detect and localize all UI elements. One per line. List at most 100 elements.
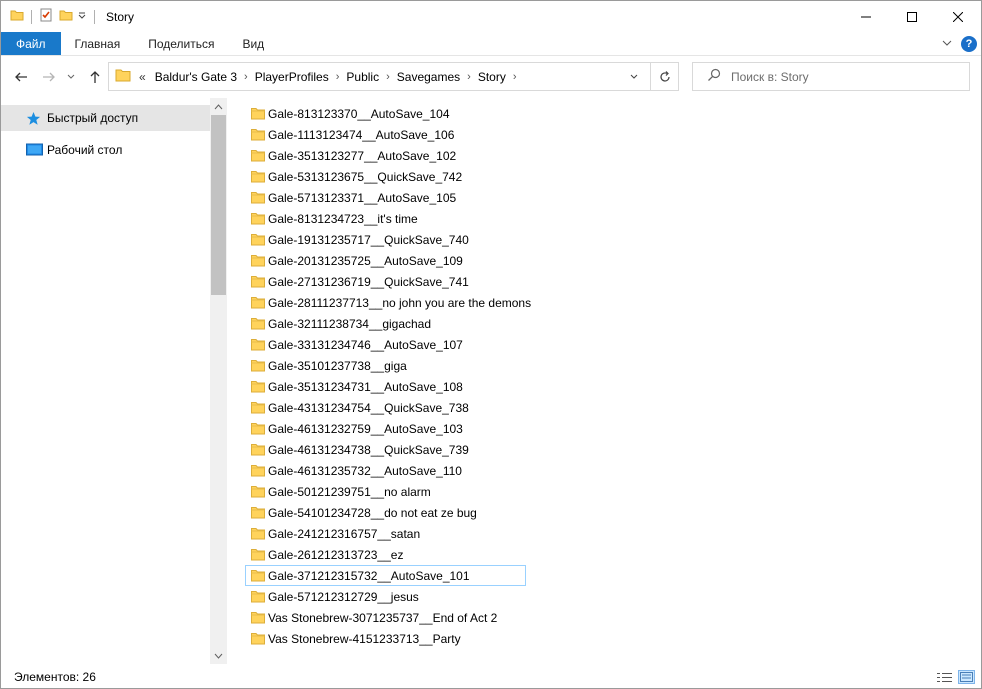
sidebar-item-desktop[interactable]: Рабочий стол <box>1 137 210 163</box>
file-name: Gale-261212313723__ez <box>268 547 404 562</box>
customize-toolbar-chevron-icon[interactable] <box>77 10 87 24</box>
chevron-right-icon[interactable]: › <box>465 71 473 83</box>
breadcrumb-item[interactable]: Public <box>341 70 384 84</box>
folder-icon <box>251 443 265 456</box>
scroll-down-arrow-icon[interactable] <box>210 647 227 664</box>
back-button[interactable] <box>11 67 31 87</box>
navigation-pane-scrollbar[interactable] <box>210 98 227 664</box>
tab-share[interactable]: Поделиться <box>134 32 228 55</box>
folder-icon <box>251 338 265 351</box>
large-icons-view-icon <box>960 672 973 682</box>
file-row[interactable]: Vas Stonebrew-4151233713__Party <box>245 628 526 649</box>
window-title: Story <box>106 9 135 24</box>
file-name: Vas Stonebrew-3071235737__End of Act 2 <box>268 610 498 625</box>
breadcrumb-item[interactable]: Story <box>473 70 511 84</box>
forward-button[interactable] <box>39 67 59 87</box>
breadcrumb-overflow[interactable]: « <box>139 70 146 84</box>
expand-ribbon-chevron-icon[interactable] <box>941 37 953 52</box>
minimize-icon <box>861 16 871 17</box>
file-row[interactable]: Gale-32111238734__gigachad <box>245 313 526 334</box>
folder-icon <box>10 8 24 25</box>
file-row[interactable]: Gale-5713123371__AutoSave_105 <box>245 187 526 208</box>
up-button[interactable] <box>85 67 105 87</box>
chevron-right-icon[interactable]: › <box>334 71 342 83</box>
address-bar[interactable]: « Baldur's Gate 3 › PlayerProfiles › Pub… <box>108 62 651 91</box>
file-list: Gale-813123370__AutoSave_104 Gale-1113123… <box>245 103 965 663</box>
minimize-button[interactable] <box>843 1 889 32</box>
close-button[interactable] <box>935 1 981 32</box>
file-row[interactable]: Gale-46131235732__AutoSave_110 <box>245 460 526 481</box>
file-row[interactable]: Gale-46131232759__AutoSave_103 <box>245 418 526 439</box>
details-view-icon <box>937 672 952 682</box>
folder-icon <box>251 548 265 561</box>
search-input[interactable]: Поиск в: Story <box>692 62 970 91</box>
chevron-right-icon[interactable]: › <box>384 71 392 83</box>
recent-locations-button[interactable] <box>64 67 78 87</box>
properties-icon[interactable] <box>39 8 53 25</box>
file-row[interactable]: Gale-46131234738__QuickSave_739 <box>245 439 526 460</box>
file-row[interactable]: Gale-3513123277__AutoSave_102 <box>245 145 526 166</box>
maximize-button[interactable] <box>889 1 935 32</box>
file-name: Gale-371212315732__AutoSave_101 <box>268 568 470 583</box>
folder-icon <box>251 632 265 645</box>
tab-home[interactable]: Главная <box>61 32 135 55</box>
file-row[interactable]: Gale-28111237713__no john you are the de… <box>245 292 531 313</box>
folder-icon <box>251 275 265 288</box>
breadcrumb-item[interactable]: Savegames <box>392 70 465 84</box>
sidebar-item-quick-access[interactable]: Быстрый доступ <box>1 105 210 131</box>
chevron-right-icon[interactable]: › <box>242 71 250 83</box>
help-icon[interactable]: ? <box>961 36 977 52</box>
file-row[interactable]: Gale-54101234728__do not eat ze bug <box>245 502 526 523</box>
file-row[interactable]: Gale-261212313723__ez <box>245 544 526 565</box>
file-name: Gale-5713123371__AutoSave_105 <box>268 190 457 205</box>
refresh-button[interactable] <box>651 62 679 91</box>
file-row[interactable]: Gale-571212312729__jesus <box>245 586 526 607</box>
back-arrow-icon <box>15 72 27 82</box>
scrollbar-thumb[interactable] <box>211 115 226 295</box>
file-row[interactable]: Gale-27131236719__QuickSave_741 <box>245 271 526 292</box>
folder-icon <box>251 485 265 498</box>
folder-icon <box>251 590 265 603</box>
folder-icon <box>251 107 265 120</box>
file-name: Gale-35101237738__giga <box>268 358 407 373</box>
desktop-icon <box>26 143 43 157</box>
tab-file[interactable]: Файл <box>1 32 61 55</box>
folder-icon <box>251 506 265 519</box>
large-icons-view-button[interactable] <box>958 670 975 684</box>
chevron-right-icon[interactable]: › <box>511 71 519 83</box>
file-row[interactable]: Gale-1113123474__AutoSave_106 <box>245 124 526 145</box>
sidebar-item-label: Рабочий стол <box>47 143 123 157</box>
explorer-window: Story Файл Главная Поделиться Вид ? « Ba… <box>0 0 982 689</box>
file-row[interactable]: Gale-19131235717__QuickSave_740 <box>245 229 526 250</box>
breadcrumb: Baldur's Gate 3 › PlayerProfiles › Publi… <box>150 70 519 84</box>
breadcrumb-item[interactable]: Baldur's Gate 3 <box>150 70 242 84</box>
file-row[interactable]: Gale-8131234723__it's time <box>245 208 526 229</box>
file-row[interactable]: Gale-50121239751__no alarm <box>245 481 526 502</box>
file-row[interactable]: Gale-813123370__AutoSave_104 <box>245 103 526 124</box>
address-dropdown-button[interactable] <box>624 63 644 90</box>
file-row[interactable]: Gale-35101237738__giga <box>245 355 526 376</box>
file-row[interactable]: Gale-33131234746__AutoSave_107 <box>245 334 526 355</box>
file-name: Gale-54101234728__do not eat ze bug <box>268 505 477 520</box>
file-name: Gale-46131235732__AutoSave_110 <box>268 463 462 478</box>
file-row[interactable]: Vas Stonebrew-3071235737__End of Act 2 <box>245 607 526 628</box>
folder-icon <box>251 464 265 477</box>
ribbon-tabs: Файл Главная Поделиться Вид ? <box>1 32 981 56</box>
star-icon <box>26 111 43 126</box>
folder-icon <box>251 254 265 267</box>
file-row[interactable]: Gale-43131234754__QuickSave_738 <box>245 397 526 418</box>
details-view-button[interactable] <box>936 670 953 684</box>
file-name: Gale-32111238734__gigachad <box>268 316 432 331</box>
file-row[interactable]: Gale-241212316757__satan <box>245 523 526 544</box>
file-row[interactable]: Gale-371212315732__AutoSave_101 <box>245 565 526 586</box>
breadcrumb-item[interactable]: PlayerProfiles <box>250 70 334 84</box>
folder-icon <box>251 569 265 582</box>
folder-icon <box>251 233 265 246</box>
file-row[interactable]: Gale-35131234731__AutoSave_108 <box>245 376 526 397</box>
tab-view[interactable]: Вид <box>228 32 278 55</box>
file-row[interactable]: Gale-5313123675__QuickSave_742 <box>245 166 526 187</box>
new-folder-icon[interactable] <box>59 8 73 25</box>
scroll-up-arrow-icon[interactable] <box>210 98 227 115</box>
file-name: Gale-46131232759__AutoSave_103 <box>268 421 463 436</box>
file-row[interactable]: Gale-20131235725__AutoSave_109 <box>245 250 526 271</box>
